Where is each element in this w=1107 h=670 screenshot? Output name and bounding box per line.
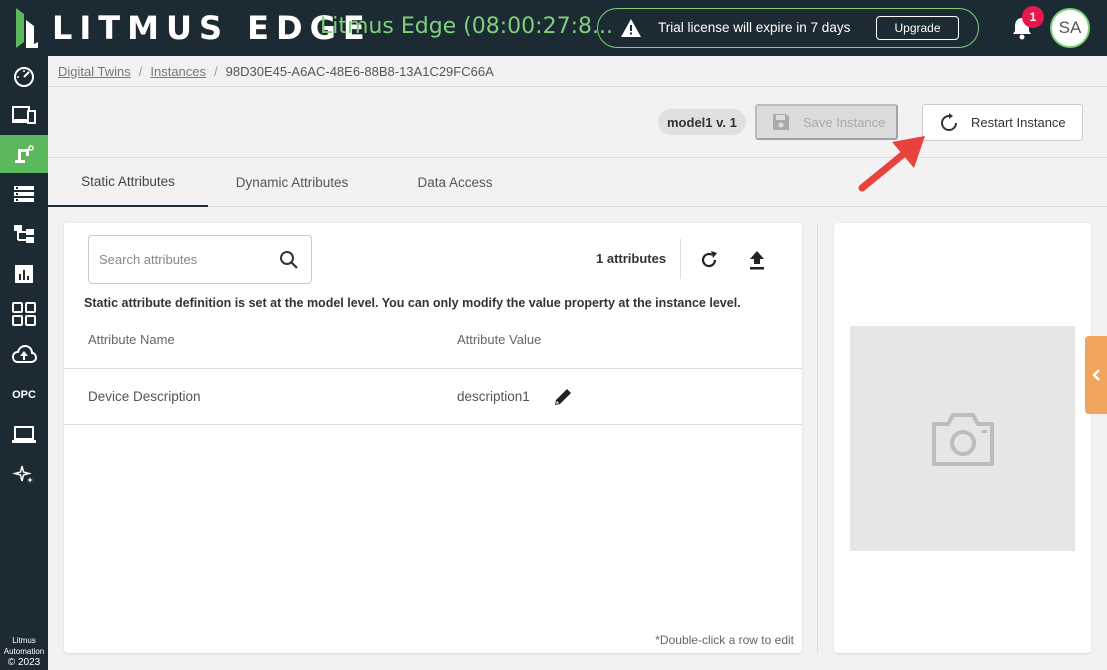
sidebar-item-list[interactable]	[0, 175, 48, 213]
static-attribute-note: Static attribute definition is set at th…	[84, 296, 741, 310]
copyright: Litmus Automation © 2023	[0, 635, 48, 668]
breadcrumb: Digital Twins / Instances / 98D30E45-A6A…	[48, 56, 1107, 87]
save-instance-label: Save Instance	[803, 114, 886, 130]
analytics-icon	[15, 265, 33, 283]
refresh-icon[interactable]	[698, 249, 720, 271]
search-attributes-input[interactable]	[99, 252, 269, 267]
instance-toolbar: model1 v. 1 Save Instance Restart Instan…	[48, 87, 1107, 157]
instance-image-panel	[834, 223, 1091, 653]
litmus-logo-icon	[16, 8, 38, 48]
sidebar-item-analytics[interactable]	[0, 255, 48, 293]
panel-divider	[817, 223, 818, 653]
copyright-company-2: Automation	[3, 647, 45, 656]
flows-icon	[14, 225, 34, 243]
sidebar-item-digital-twins[interactable]	[0, 135, 48, 173]
restart-instance-label: Restart Instance	[971, 115, 1066, 130]
double-click-hint: *Double-click a row to edit	[655, 633, 794, 647]
instance-tabs: Static Attributes Dynamic Attributes Dat…	[48, 157, 1107, 207]
breadcrumb-digital-twins[interactable]: Digital Twins	[58, 64, 131, 79]
copyright-company: Litmus	[12, 636, 36, 645]
attribute-value-cell: description1	[457, 389, 530, 404]
chevron-left-icon	[1092, 369, 1100, 381]
cloud-upload-icon	[11, 344, 37, 363]
breadcrumb-instances[interactable]: Instances	[150, 64, 206, 79]
sidebar-item-cloud[interactable]	[0, 336, 48, 374]
breadcrumb-current-instance: 98D30E45-A6AC-48E6-88B8-13A1C29FC66A	[225, 63, 494, 79]
litmus-logo[interactable]: LITMUS EDGE	[14, 6, 372, 50]
collapse-panel-toggle[interactable]	[1085, 336, 1107, 414]
notification-count-badge: 1	[1022, 6, 1044, 28]
attribute-name-cell: Device Description	[88, 389, 201, 404]
trial-license-text: Trial license will expire in 7 days	[658, 20, 851, 35]
devices-icon	[12, 106, 36, 124]
warning-icon	[621, 19, 641, 37]
breadcrumb-separator: /	[214, 63, 218, 79]
table-row-divider	[64, 424, 802, 425]
trial-license-banner: Trial license will expire in 7 days Upgr…	[597, 8, 979, 48]
device-name: Litmus Edge (08:00:27:8...	[320, 14, 613, 39]
static-attributes-card: 1 attributes Static attribute definition…	[64, 223, 802, 653]
sidebar-item-laptop[interactable]	[0, 416, 48, 454]
column-header-attribute-value[interactable]: Attribute Value	[457, 332, 541, 347]
applications-icon	[12, 302, 36, 326]
model-version-chip: model1 v. 1	[658, 109, 746, 135]
list-icon	[14, 186, 34, 202]
restart-icon	[941, 112, 957, 131]
top-bar: LITMUS EDGE Litmus Edge (08:00:27:8... T…	[0, 0, 1107, 56]
copyright-year: © 2023	[7, 657, 41, 668]
camera-icon	[931, 412, 994, 466]
search-icon[interactable]	[279, 250, 299, 270]
sidebar-item-opc-label: OPC	[12, 389, 36, 401]
table-header-divider	[64, 368, 802, 369]
dashboard-icon	[14, 67, 34, 87]
edit-pencil-icon[interactable]	[552, 386, 574, 408]
upgrade-button[interactable]: Upgrade	[876, 16, 959, 40]
search-attributes-box	[88, 235, 312, 284]
sidebar-item-opc[interactable]: OPC	[0, 376, 48, 414]
sidebar-item-dashboard[interactable]	[0, 57, 48, 95]
sidebar-item-devices[interactable]	[0, 96, 48, 134]
sidebar-nav: OPC Litmus Automation © 2023	[0, 56, 48, 670]
attributes-count: 1 attributes	[596, 251, 667, 266]
tab-static-attributes[interactable]: Static Attributes	[48, 158, 208, 207]
user-avatar[interactable]: SA	[1050, 8, 1090, 48]
restart-instance-button[interactable]: Restart Instance	[922, 104, 1083, 141]
toolbar-divider	[680, 239, 681, 279]
upload-icon[interactable]	[747, 249, 767, 271]
tab-dynamic-attributes[interactable]: Dynamic Attributes	[208, 158, 376, 207]
image-placeholder[interactable]	[850, 326, 1075, 551]
sidebar-item-ai[interactable]	[0, 456, 48, 494]
sidebar-item-applications[interactable]	[0, 295, 48, 333]
tab-data-access[interactable]: Data Access	[376, 158, 534, 207]
annotation-arrow	[858, 136, 925, 192]
digital-twins-icon	[15, 145, 34, 163]
save-icon	[773, 114, 789, 130]
breadcrumb-separator: /	[138, 63, 143, 79]
sparkle-icon	[12, 465, 33, 483]
column-header-attribute-name[interactable]: Attribute Name	[88, 332, 175, 347]
laptop-icon	[12, 426, 36, 443]
sidebar-item-flows[interactable]	[0, 215, 48, 253]
